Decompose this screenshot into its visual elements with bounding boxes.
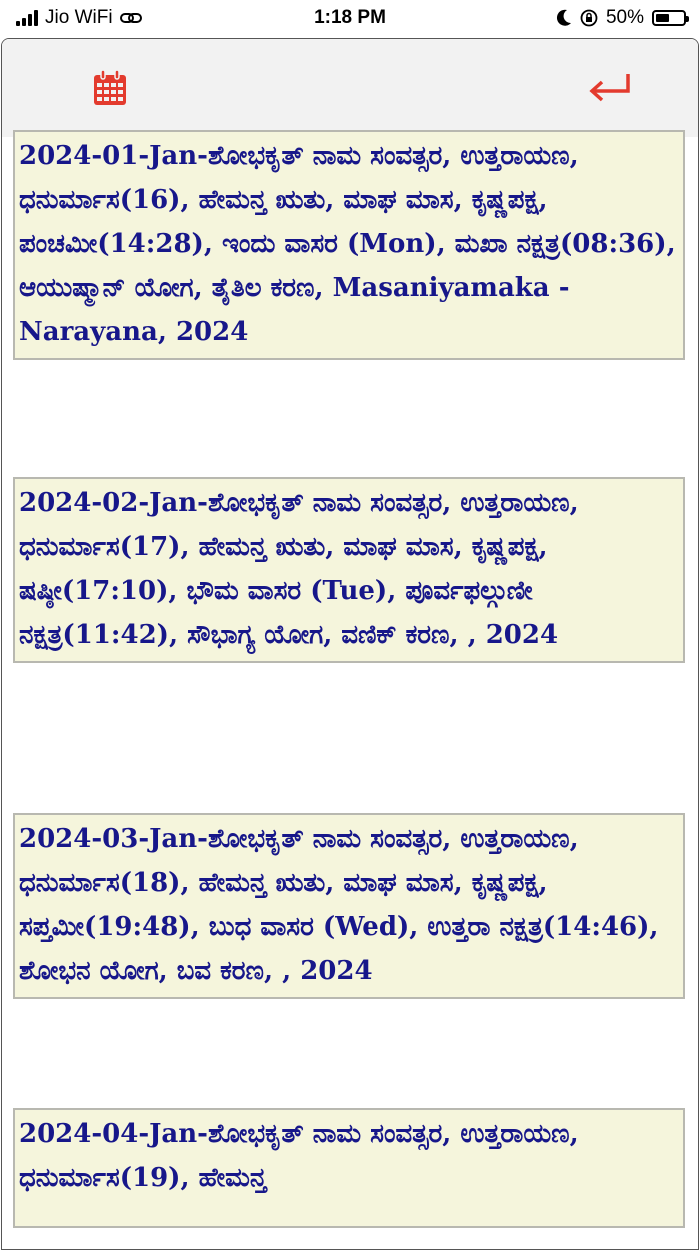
calendar-icon xyxy=(94,69,126,105)
status-right: 50% xyxy=(556,7,689,29)
battery-percent: 50% xyxy=(605,7,644,28)
orientation-lock-icon xyxy=(580,9,598,27)
calendar-button[interactable] xyxy=(92,69,128,107)
return-arrow-icon xyxy=(589,74,630,102)
return-button[interactable] xyxy=(588,71,632,105)
moon-icon xyxy=(556,9,571,26)
battery-icon xyxy=(652,10,689,26)
battery-fill xyxy=(656,14,669,22)
panchanga-entry-card[interactable]: 2024-03-Jan-ಶೋಭಕೃತ್ ನಾಮ ಸಂವತ್ಸರ, ಉತ್ತರಾಯ… xyxy=(13,813,685,999)
panchanga-entry-card[interactable]: 2024-02-Jan-ಶೋಭಕೃತ್ ನಾಮ ಸಂವತ್ಸರ, ಉತ್ತರಾಯ… xyxy=(13,477,685,663)
entry-text: 2024-04-Jan-ಶೋಭಕೃತ್ ನಾಮ ಸಂವತ್ಸರ, ಉತ್ತರಾಯ… xyxy=(19,1119,579,1193)
status-bar: Jio WiFi 1:18 PM 50% xyxy=(0,0,700,38)
toolbar xyxy=(2,39,698,137)
entry-text: 2024-02-Jan-ಶೋಭಕೃತ್ ನಾಮ ಸಂವತ್ಸರ, ಉತ್ತರಾಯ… xyxy=(19,488,579,650)
entry-text: 2024-03-Jan-ಶೋಭಕೃತ್ ನಾಮ ಸಂವತ್ಸರ, ಉತ್ತರಾಯ… xyxy=(19,824,659,986)
panchanga-entry-card[interactable]: 2024-01-Jan-ಶೋಭಕೃತ್ ನಾಮ ಸಂವತ್ಸರ, ಉತ್ತರಾಯ… xyxy=(13,130,685,360)
entry-text: 2024-01-Jan-ಶೋಭಕೃತ್ ನಾಮ ಸಂವತ್ಸರ, ಉತ್ತರಾಯ… xyxy=(19,141,676,347)
panchanga-entry-card[interactable]: 2024-04-Jan-ಶೋಭಕೃತ್ ನಾಮ ಸಂವತ್ಸರ, ಉತ್ತರಾಯ… xyxy=(13,1108,685,1228)
